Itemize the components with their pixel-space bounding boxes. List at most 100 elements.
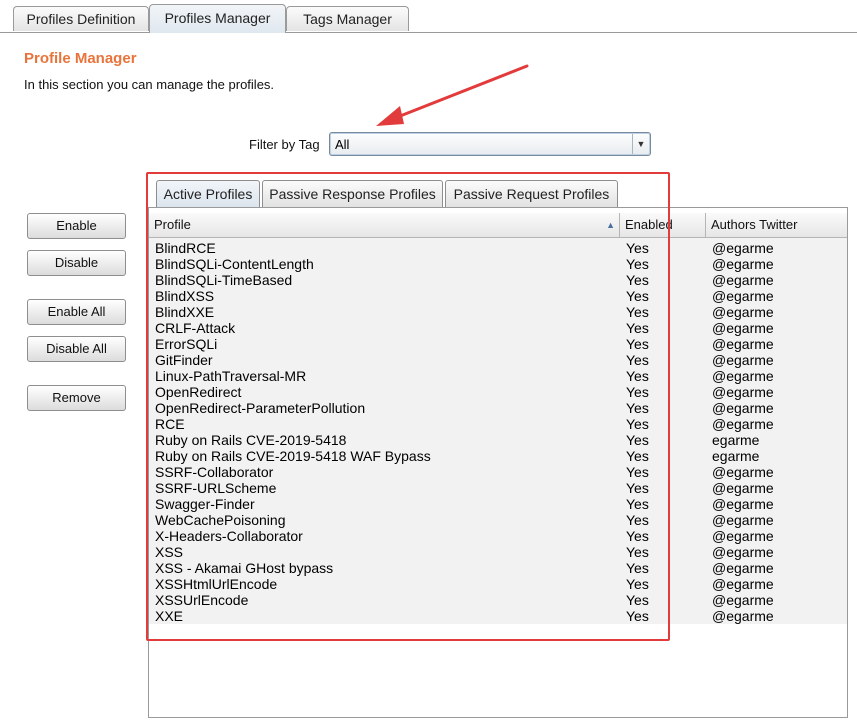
section-description: In this section you can manage the profi… [24,77,275,92]
author-twitter-cell: @egarme [712,240,774,256]
table-row[interactable]: SSRF-URLScheme Yes @egarme [149,480,847,496]
profile-name-cell: XSSHtmlUrlEncode [155,576,278,592]
author-twitter-cell: @egarme [712,592,774,608]
profile-name-cell: BlindRCE [155,240,216,256]
profile-name-cell: RCE [155,416,185,432]
table-header: Profile ▲ Enabled Authors Twitter [149,213,847,238]
enabled-cell: Yes [626,320,649,336]
profile-name-cell: Linux-PathTraversal-MR [155,368,307,384]
enabled-cell: Yes [626,448,649,464]
table-row[interactable]: BlindXSS Yes @egarme [149,288,847,304]
table-body: BlindRCE Yes @egarme BlindSQLi-ContentLengt… [149,238,847,624]
enabled-cell: Yes [626,336,649,352]
profile-name-cell: BlindSQLi-ContentLength [155,256,314,272]
table-row[interactable]: Swagger-Finder Yes @egarme [149,496,847,512]
author-twitter-cell: @egarme [712,528,774,544]
author-twitter-cell: @egarme [712,336,774,352]
table-row[interactable]: ErrorSQLi Yes @egarme [149,336,847,352]
profile-name-cell: Ruby on Rails CVE-2019-5418 WAF Bypass [155,448,431,464]
enabled-cell: Yes [626,400,649,416]
table-row[interactable]: SSRF-Collaborator Yes @egarme [149,464,847,480]
profile-name-cell: XSS [155,544,184,560]
column-header-profile[interactable]: Profile ▲ [149,213,620,237]
profile-name-cell: BlindSQLi-TimeBased [155,272,293,288]
author-twitter-cell: @egarme [712,576,774,592]
table-row[interactable]: RCE Yes @egarme [149,416,847,432]
tab-profiles-definition[interactable]: Profiles Definition [13,6,149,31]
profile-name-cell: OpenRedirect-ParameterPollution [155,400,366,416]
filter-selected-value: All [335,137,350,152]
profile-name-cell: SSRF-URLScheme [155,480,277,496]
enabled-cell: Yes [626,544,649,560]
table-row[interactable]: OpenRedirect-ParameterPollution Yes @egarm… [149,400,847,416]
profile-name-cell: XXE [155,608,184,624]
author-twitter-cell: egarme [712,448,760,464]
table-row[interactable]: XSS - Akamai GHost bypass Yes @egarme [149,560,847,576]
enabled-cell: Yes [626,368,649,384]
table-row[interactable]: XSSHtmlUrlEncode Yes @egarme [149,576,847,592]
author-twitter-cell: @egarme [712,320,774,336]
author-twitter-cell: @egarme [712,464,774,480]
author-twitter-cell: @egarme [712,352,774,368]
table-row[interactable]: X-Headers-Collaborator Yes @egarme [149,528,847,544]
column-header-enabled[interactable]: Enabled [620,213,706,237]
table-row[interactable]: XXE Yes @egarme [149,608,847,624]
author-twitter-cell: @egarme [712,480,774,496]
column-header-authors-twitter[interactable]: Authors Twitter [706,213,847,237]
table-row[interactable]: BlindRCE Yes @egarme [149,240,847,256]
profile-name-cell: CRLF-Attack [155,320,236,336]
table-row[interactable]: XSSUrlEncode Yes @egarme [149,592,847,608]
author-twitter-cell: @egarme [712,608,774,624]
enabled-cell: Yes [626,464,649,480]
disable-button[interactable]: Disable [27,250,126,276]
profiles-table: Profile ▲ Enabled Authors Twitter BlindR… [148,207,848,718]
disable-all-button[interactable]: Disable All [27,336,126,362]
tab-tags-manager[interactable]: Tags Manager [286,6,409,31]
enable-all-button[interactable]: Enable All [27,299,126,325]
enabled-cell: Yes [626,608,649,624]
author-twitter-cell: @egarme [712,384,774,400]
filter-by-tag-label: Filter by Tag [249,137,320,152]
enabled-cell: Yes [626,416,649,432]
tab-passive-response-profiles[interactable]: Passive Response Profiles [262,180,443,207]
author-twitter-cell: egarme [712,432,760,448]
table-row[interactable]: CRLF-Attack Yes @egarme [149,320,847,336]
table-row[interactable]: WebCachePoisoning Yes @egarme [149,512,847,528]
author-twitter-cell: @egarme [712,560,774,576]
enabled-cell: Yes [626,432,649,448]
author-twitter-cell: @egarme [712,544,774,560]
table-row[interactable]: XSS Yes @egarme [149,544,847,560]
chevron-down-icon[interactable]: ▼ [632,134,649,154]
table-row[interactable]: BlindXXE Yes @egarme [149,304,847,320]
remove-button[interactable]: Remove [27,385,126,411]
enabled-cell: Yes [626,288,649,304]
author-twitter-cell: @egarme [712,512,774,528]
profile-name-cell: SSRF-Collaborator [155,464,274,480]
table-row[interactable]: BlindSQLi-ContentLength Yes @egarme [149,256,847,272]
profile-name-cell: XSSUrlEncode [155,592,249,608]
tab-active-profiles[interactable]: Active Profiles [156,180,260,207]
enabled-cell: Yes [626,496,649,512]
enable-button[interactable]: Enable [27,213,126,239]
profile-name-cell: Swagger-Finder [155,496,255,512]
tab-profiles-manager[interactable]: Profiles Manager [149,4,286,33]
table-row[interactable]: GitFinder Yes @egarme [149,352,847,368]
enabled-cell: Yes [626,512,649,528]
enabled-cell: Yes [626,352,649,368]
profile-name-cell: BlindXSS [155,288,215,304]
author-twitter-cell: @egarme [712,416,774,432]
table-row[interactable]: BlindSQLi-TimeBased Yes @egarme [149,272,847,288]
enabled-cell: Yes [626,560,649,576]
table-row[interactable]: Ruby on Rails CVE-2019-5418 Yes egarme [149,432,847,448]
table-row[interactable]: Ruby on Rails CVE-2019-5418 WAF Bypass Ye… [149,448,847,464]
author-twitter-cell: @egarme [712,288,774,304]
table-row[interactable]: Linux-PathTraversal-MR Yes @egarme [149,368,847,384]
enabled-cell: Yes [626,592,649,608]
filter-by-tag-select[interactable]: All ▼ [329,132,651,156]
enabled-cell: Yes [626,528,649,544]
author-twitter-cell: @egarme [712,368,774,384]
enabled-cell: Yes [626,480,649,496]
tab-passive-request-profiles[interactable]: Passive Request Profiles [445,180,618,207]
table-row[interactable]: OpenRedirect Yes @egarme [149,384,847,400]
enabled-cell: Yes [626,304,649,320]
